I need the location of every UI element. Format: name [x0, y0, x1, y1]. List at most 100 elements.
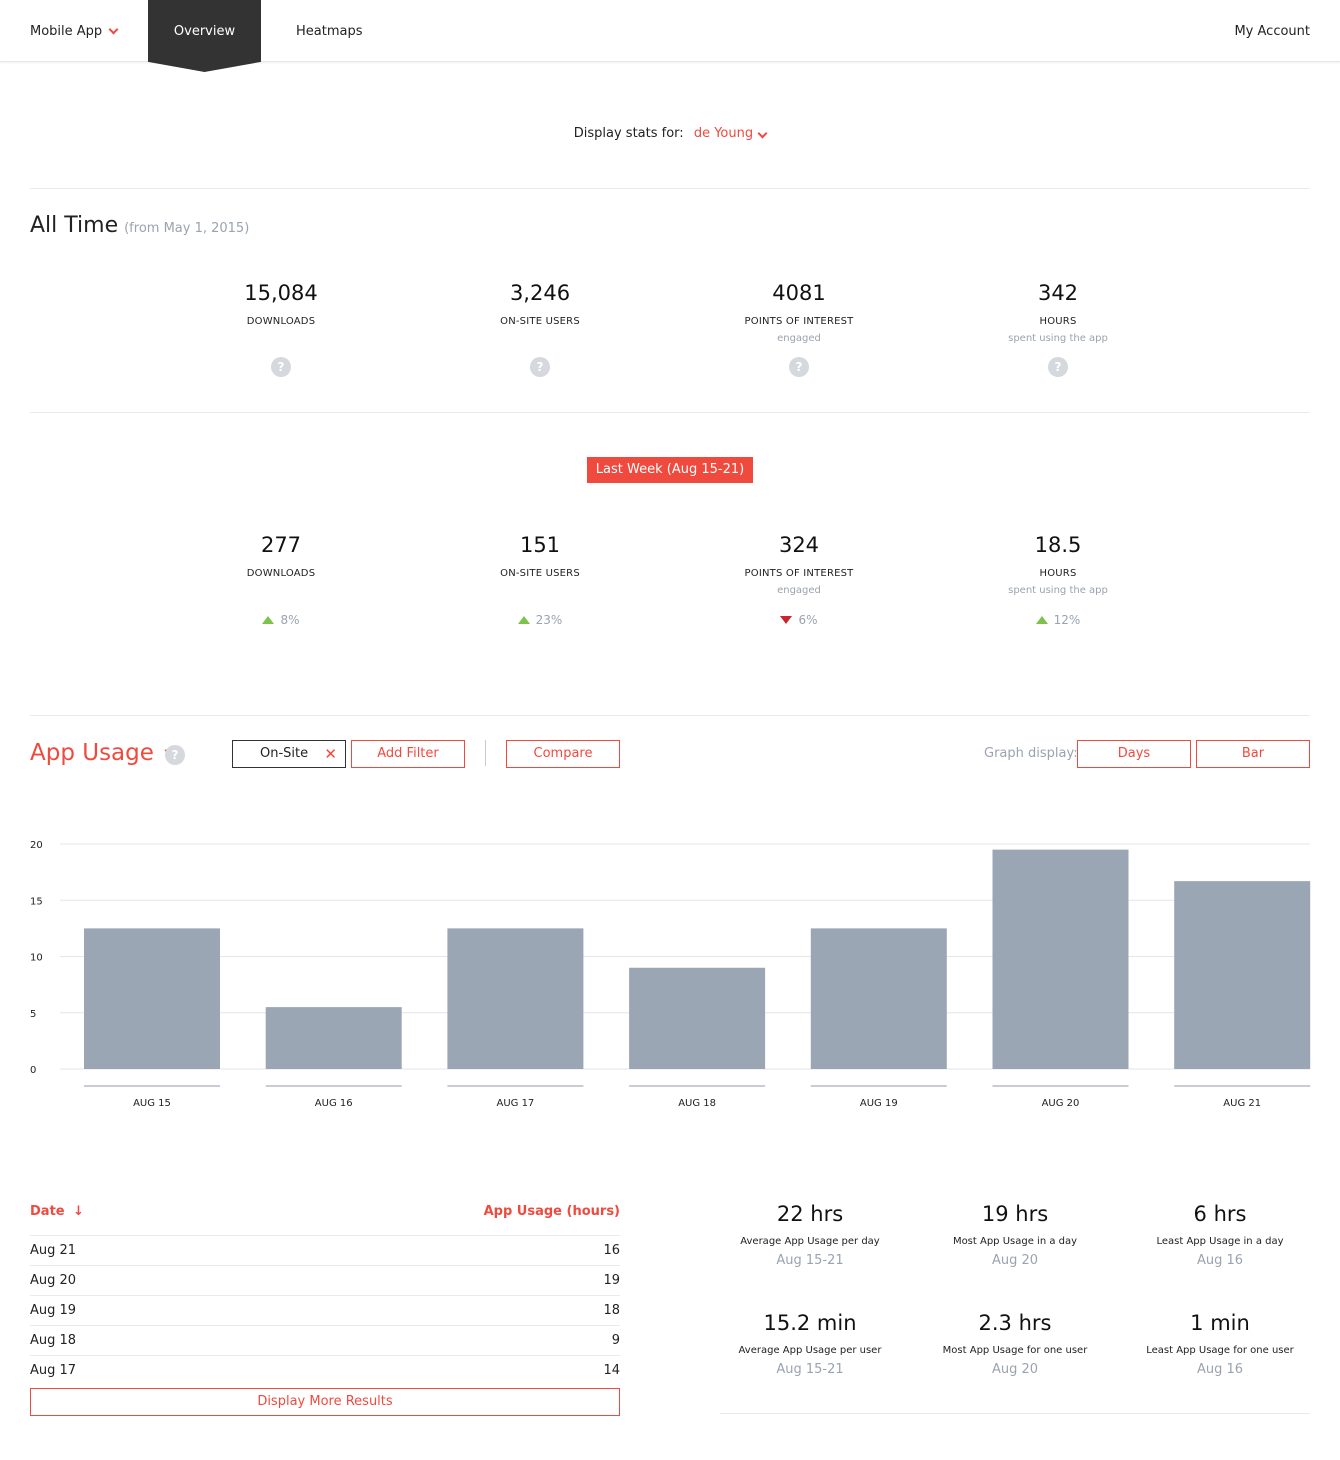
summary-value: 15.2 min	[763, 1311, 857, 1335]
summary-date: Aug 15-21	[776, 1253, 844, 1268]
date-column-header[interactable]: Date ↓	[30, 1204, 84, 1219]
last-week-badge[interactable]: Last Week (Aug 15-21)	[587, 457, 753, 483]
y-tick-label: 20	[30, 840, 43, 851]
summary-value: 22 hrs	[776, 1202, 844, 1226]
graph-days-button[interactable]: Days	[1077, 740, 1191, 768]
summary-description: Most App Usage for one user	[942, 1345, 1088, 1356]
stat-value: 151	[519, 533, 561, 557]
x-tick-label: AUG 19	[860, 1098, 898, 1109]
week-stat-downloads: 277 DOWNLOADS	[181, 533, 381, 579]
compare-button[interactable]: Compare	[506, 740, 620, 768]
stat-value: 18.5	[1034, 533, 1082, 557]
app-usage-title: App Usage	[30, 740, 154, 766]
graph-bar-button[interactable]: Bar	[1196, 740, 1310, 768]
venue-selector[interactable]: de Young	[693, 126, 768, 141]
summary-value: 2.3 hrs	[978, 1311, 1052, 1335]
app-selector[interactable]: Mobile App	[30, 24, 119, 39]
bar	[447, 928, 584, 1069]
x-tick-label: AUG 16	[315, 1098, 353, 1109]
stat-sublabel: engaged	[777, 585, 821, 596]
summary-stat: 1 min Least App Usage for one user Aug 1…	[1125, 1311, 1315, 1377]
stat-label: DOWNLOADS	[246, 568, 316, 579]
week-stat-onsite-users: 151 ON-SITE USERS	[440, 533, 640, 579]
chevron-down-icon	[757, 128, 768, 139]
app-usage-bar-chart: 0 5 10 15 20 AUG 15 AUG 16 AUG 17 AUG 18 AUG 19 AU…	[30, 840, 1311, 1109]
bar	[84, 928, 220, 1069]
change-value: 12%	[1053, 613, 1081, 627]
summary-stat: 19 hrs Most App Usage in a day Aug 20	[920, 1202, 1110, 1268]
venue-selector-value: de Young	[693, 126, 754, 141]
row-date: Aug 20	[30, 1273, 77, 1288]
filter-chip-onsite: On-Site ✕	[232, 740, 346, 768]
x-tick-label: AUG 17	[496, 1098, 534, 1109]
summary-date: Aug 16	[1196, 1253, 1244, 1268]
change-value: 23%	[535, 613, 563, 627]
row-date: Aug 19	[30, 1303, 77, 1318]
summary-date: Aug 20	[991, 1362, 1039, 1377]
help-icon[interactable]: ?	[271, 357, 291, 377]
table-row: Aug 20 19	[30, 1265, 620, 1295]
summary-date: Aug 20	[991, 1253, 1039, 1268]
add-filter-button[interactable]: Add Filter	[351, 740, 465, 768]
trend-up-icon	[262, 616, 275, 624]
tab-overview-label: Overview	[173, 24, 236, 39]
help-icon[interactable]: ?	[530, 357, 550, 377]
close-icon[interactable]: ✕	[324, 741, 337, 767]
row-value: 16	[603, 1243, 620, 1258]
usage-column-header[interactable]: App Usage (hours)	[484, 1204, 620, 1219]
summary-stat: 2.3 hrs Most App Usage for one user Aug …	[920, 1311, 1110, 1377]
summary-description: Most App Usage in a day	[952, 1236, 1078, 1247]
app-usage-selector[interactable]: App Usage	[30, 740, 175, 766]
row-date: Aug 17	[30, 1363, 77, 1378]
divider	[30, 188, 1310, 189]
my-account-link[interactable]: My Account	[1234, 24, 1310, 39]
help-icon[interactable]: ?	[789, 357, 809, 377]
summary-stat: 22 hrs Average App Usage per day Aug 15-…	[715, 1202, 905, 1268]
table-row: Aug 18 9	[30, 1325, 620, 1355]
all-time-heading: All Time (from May 1, 2015)	[30, 213, 249, 238]
stat-points-of-interest: 4081 POINTS OF INTEREST engaged	[699, 281, 899, 344]
summary-stat: 6 hrs Least App Usage in a day Aug 16	[1125, 1202, 1315, 1268]
row-value: 18	[603, 1303, 620, 1318]
stat-value: 324	[778, 533, 820, 557]
change-indicator: 12%	[958, 613, 1158, 627]
divider	[720, 1413, 1310, 1414]
app-selector-label: Mobile App	[30, 24, 103, 39]
summary-description: Average App Usage per day	[740, 1236, 880, 1247]
stat-value: 342	[1037, 281, 1079, 305]
row-date: Aug 18	[30, 1333, 77, 1348]
table-row: Aug 17 14	[30, 1355, 620, 1385]
tab-heatmaps[interactable]: Heatmaps	[296, 24, 363, 39]
trend-down-icon	[780, 616, 793, 624]
stat-value: 277	[260, 533, 302, 557]
x-tick-label: AUG 21	[1223, 1098, 1261, 1109]
help-icon[interactable]: ?	[1048, 357, 1068, 377]
display-more-results-button[interactable]: Display More Results	[30, 1388, 620, 1416]
summary-value: 1 min	[1190, 1311, 1250, 1335]
change-indicator: 8%	[181, 613, 381, 627]
change-value: 6%	[798, 613, 818, 627]
stat-sublabel: engaged	[777, 333, 821, 344]
y-tick-label: 10	[30, 953, 43, 964]
y-tick-label: 0	[30, 1065, 36, 1076]
stat-hours: 342 HOURS spent using the app	[958, 281, 1158, 344]
summary-date: Aug 16	[1196, 1362, 1244, 1377]
help-icon[interactable]: ?	[165, 745, 185, 765]
change-indicator: 23%	[440, 613, 640, 627]
stat-value: 15,084	[244, 281, 318, 305]
trend-up-icon	[517, 616, 530, 624]
x-tick-label: AUG 15	[133, 1098, 171, 1109]
summary-stat: 15.2 min Average App Usage per user Aug …	[715, 1311, 905, 1377]
bar	[265, 1007, 402, 1069]
summary-date: Aug 15-21	[776, 1362, 844, 1377]
sort-down-icon: ↓	[73, 1204, 85, 1219]
summary-value: 19 hrs	[981, 1202, 1049, 1226]
table-row: Aug 19 18	[30, 1295, 620, 1325]
divider	[30, 412, 1310, 413]
x-tick-label: AUG 20	[1042, 1098, 1080, 1109]
change-indicator: 6%	[699, 613, 899, 627]
stat-sublabel: spent using the app	[1008, 585, 1108, 596]
row-value: 9	[611, 1333, 620, 1348]
stat-value: 3,246	[509, 281, 571, 305]
tab-overview[interactable]: Overview	[148, 0, 261, 72]
